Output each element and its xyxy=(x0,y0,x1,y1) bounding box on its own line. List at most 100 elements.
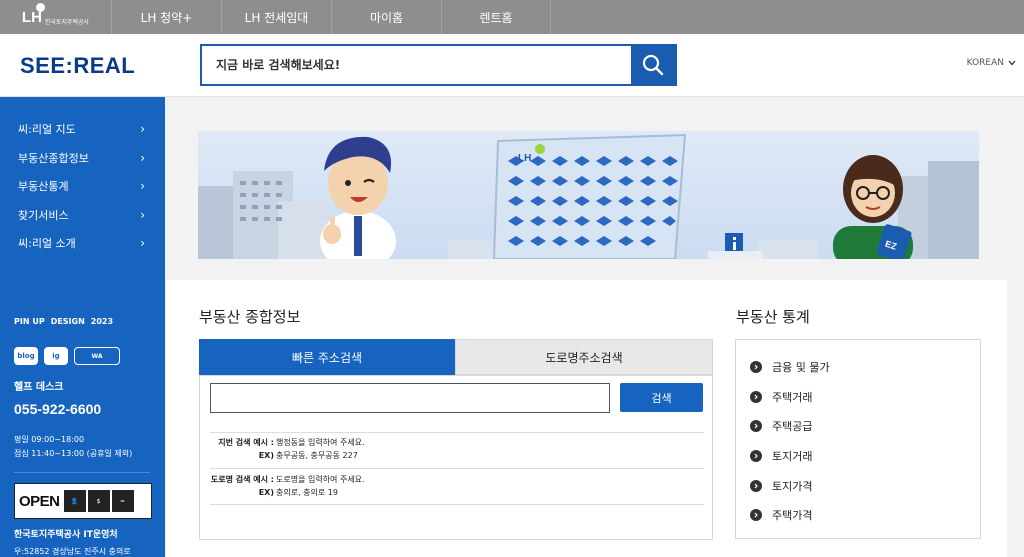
example-value: 충의로, 충의로 19 xyxy=(276,488,338,497)
sidebar-item-label: 씨:리얼 소개 xyxy=(18,237,76,251)
help-desk-phone: 055-922-6600 xyxy=(14,401,102,417)
design-award-badge: DESIGN xyxy=(50,317,85,326)
stat-item-housing-transactions[interactable]: 주택거래 xyxy=(736,382,980,412)
help-desk-title: 헬프 데스크 xyxy=(14,382,64,393)
help-desk-hours: 평일 09:00~18:00 점심 11:40~13:00 (공휴일 제외) xyxy=(14,433,132,461)
web-accessibility-icon: WA xyxy=(74,347,120,365)
top-nav: LH 청약+ LH 전세임대 마이홈 렌트홈 xyxy=(111,0,551,34)
lunch-hours: 점심 11:40~13:00 (공휴일 제외) xyxy=(14,449,133,458)
stat-item-finance-prices[interactable]: 금융 및 물가 xyxy=(736,352,980,382)
award-badges: PIN UP DESIGN 2023 xyxy=(14,317,113,326)
sidebar-item-label: 씨:리얼 지도 xyxy=(18,123,76,137)
example-text: 도로명을 입력하여 주세요. xyxy=(276,475,365,484)
stat-item-label: 주택공급 xyxy=(772,420,813,434)
blog-icon[interactable]: blog xyxy=(14,347,38,365)
noderivs-icon: = xyxy=(111,490,134,512)
sidebar-menu: 씨:리얼 지도 › 부동산종합정보 › 부동산통계 › 찾기서비스 › 씨:리얼 소개 › xyxy=(0,97,165,258)
sidebar-divider xyxy=(14,472,150,473)
realestate-info-title: 부동산 종합정보 xyxy=(199,308,301,326)
license-icons: 👤 $ = xyxy=(63,490,134,512)
stat-item-label: 토지가격 xyxy=(772,479,813,493)
top-nav-lh-jeonse[interactable]: LH 전세임대 xyxy=(221,0,331,34)
stats-list: 금융 및 물가 주택거래 주택공급 토지거래 토지가격 주택가격 xyxy=(735,339,981,539)
attribution-icon: 👤 xyxy=(63,490,86,512)
hero-banner[interactable]: LH EZ xyxy=(198,131,979,259)
top-nav-renthome[interactable]: 렌트홈 xyxy=(441,0,551,34)
banner-lh-text: LH xyxy=(518,153,531,164)
arrow-right-icon xyxy=(750,449,762,462)
chevron-right-icon: › xyxy=(140,122,145,137)
sidebar-item-search-service[interactable]: 찾기서비스 › xyxy=(0,201,165,230)
arrow-right-icon xyxy=(750,390,762,403)
top-bar: LH 한국토지주택공사 LH 청약+ LH 전세임대 마이홈 렌트홈 xyxy=(0,0,1024,34)
stat-item-label: 주택거래 xyxy=(772,390,813,404)
arrow-right-icon xyxy=(750,479,762,492)
stat-item-label: 주택가격 xyxy=(772,509,813,523)
example-ex-label: EX) xyxy=(258,488,274,497)
divider xyxy=(210,504,704,505)
stat-item-housing-prices[interactable]: 주택가격 xyxy=(736,500,980,530)
language-label: KOREAN xyxy=(966,58,1004,68)
example-label: 지번 검색 예시 : xyxy=(218,438,274,447)
open-license-badge: OPEN 👤 $ = xyxy=(14,483,152,519)
example-label: 도로명 검색 예시 : xyxy=(210,475,274,484)
divider xyxy=(210,468,704,469)
realestate-stats-title: 부동산 통계 xyxy=(736,308,810,326)
stat-item-housing-supply[interactable]: 주택공급 xyxy=(736,411,980,441)
open-label: OPEN xyxy=(19,492,60,510)
language-select[interactable]: KOREAN xyxy=(967,58,1016,68)
global-search xyxy=(200,44,677,86)
instagram-icon[interactable]: ig xyxy=(44,347,68,365)
sidebar-item-statistics[interactable]: 부동산통계 › xyxy=(0,172,165,201)
example-text: 행정동을 입력하여 주세요. xyxy=(276,438,365,447)
search-input[interactable] xyxy=(202,46,631,84)
lh-logo-mark: LH xyxy=(22,2,45,26)
sidebar-item-label: 부동산종합정보 xyxy=(18,151,89,165)
banner-illustration: LH EZ xyxy=(198,133,979,259)
chevron-right-icon: › xyxy=(140,179,145,194)
company-name: 한국토지주택공사 IT운영처 xyxy=(14,530,118,540)
arrow-right-icon xyxy=(750,420,762,433)
company-address: 우:52852 경상남도 진주시 충의로 xyxy=(14,547,131,556)
chevron-down-icon xyxy=(1008,60,1016,66)
stat-item-land-transactions[interactable]: 토지거래 xyxy=(736,441,980,471)
stat-item-land-prices[interactable]: 토지가격 xyxy=(736,471,980,501)
noncommercial-icon: $ xyxy=(87,490,110,512)
sidebar-item-map[interactable]: 씨:리얼 지도 › xyxy=(0,115,165,144)
sidebar-item-label: 찾기서비스 xyxy=(18,208,69,222)
sidebar-item-about[interactable]: 씨:리얼 소개 › xyxy=(0,229,165,258)
weekday-hours: 평일 09:00~18:00 xyxy=(14,435,85,444)
arrow-right-icon xyxy=(750,509,762,522)
lh-logo[interactable]: LH 한국토지주택공사 xyxy=(0,0,111,34)
address-search-input[interactable] xyxy=(210,383,610,413)
chevron-right-icon: › xyxy=(140,150,145,165)
top-nav-lh-subscription[interactable]: LH 청약+ xyxy=(111,0,221,34)
road-search-example: 도로명 검색 예시 : 도로명을 입력하여 주세요. EX) 충의로, 충의로 19 xyxy=(210,473,704,499)
chevron-right-icon: › xyxy=(140,236,145,251)
sidebar-item-realestate-info[interactable]: 부동산종합정보 › xyxy=(0,144,165,173)
social-links: blog ig WA xyxy=(14,347,120,365)
main-content: LH EZ 부동산 종합정보 부동산 통계 빠른 주소검색 도로명주소검색 검색… xyxy=(166,98,1007,557)
lot-search-example: 지번 검색 예시 : 행정동을 입력하여 주세요. EX) 충무공동, 충무공동 2… xyxy=(210,436,704,462)
address-search-panel: 검색 지번 검색 예시 : 행정동을 입력하여 주세요. EX) 충무공동, 충무공… xyxy=(199,375,713,540)
example-ex-label: EX) xyxy=(258,451,274,460)
tab-quick-address-search[interactable]: 빠른 주소검색 xyxy=(199,339,455,375)
tab-road-address-search[interactable]: 도로명주소검색 xyxy=(455,339,713,375)
brand-logo[interactable]: SEE:REAL xyxy=(20,53,135,79)
search-button[interactable] xyxy=(631,46,675,84)
address-search-tabs: 빠른 주소검색 도로명주소검색 xyxy=(199,339,713,375)
lh-logo-subtitle: 한국토지주택공사 xyxy=(44,18,90,26)
divider xyxy=(210,432,704,433)
address-search-button[interactable]: 검색 xyxy=(620,383,703,412)
top-nav-myhome[interactable]: 마이홈 xyxy=(331,0,441,34)
header: SEE:REAL KOREAN xyxy=(0,34,1024,97)
sidebar-item-label: 부동산통계 xyxy=(18,180,69,194)
pinup-award-badge: PIN UP xyxy=(14,317,45,326)
stat-item-label: 금융 및 물가 xyxy=(772,360,830,374)
sidebar: 씨:리얼 지도 › 부동산종합정보 › 부동산통계 › 찾기서비스 › 씨:리얼 소개 ›… xyxy=(0,97,165,557)
arrow-right-icon xyxy=(750,360,762,373)
chevron-right-icon: › xyxy=(140,207,145,222)
search-icon xyxy=(642,54,664,76)
stat-item-label: 토지거래 xyxy=(772,449,813,463)
example-value: 충무공동, 충무공동 227 xyxy=(276,451,358,460)
